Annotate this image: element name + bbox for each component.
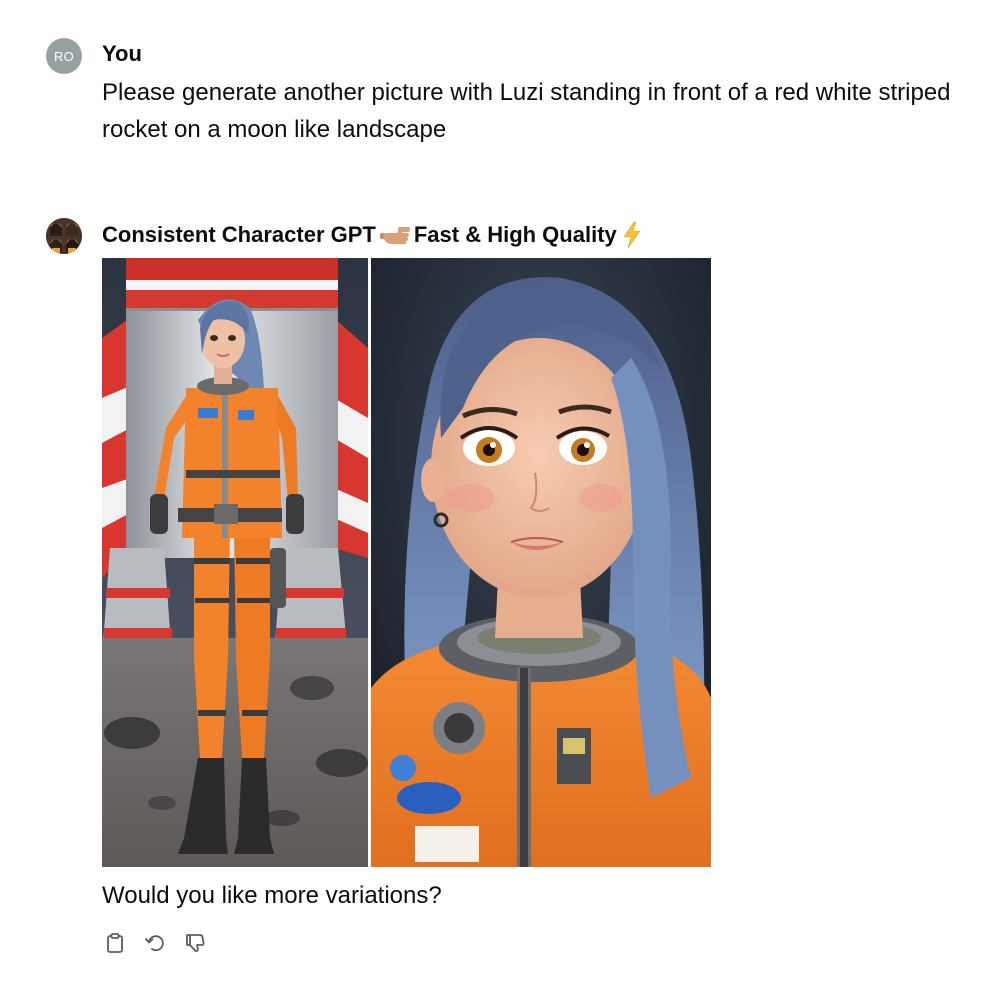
- copy-button[interactable]: [102, 930, 128, 956]
- assistant-author-suffix: Fast & High Quality: [413, 222, 617, 247]
- user-avatar-initials: RO: [53, 48, 75, 64]
- thumbs-down-icon: [186, 934, 205, 952]
- clipboard-icon: [107, 933, 123, 953]
- portrait-image[interactable]: [371, 258, 711, 867]
- assistant-author-title: Consistent Character GPT: [102, 222, 376, 247]
- user-author-name: You: [102, 41, 142, 66]
- user-avatar: RO: [46, 38, 82, 74]
- refresh-icon: [145, 935, 164, 952]
- assistant-reply-text: Would you like more variations?: [102, 882, 442, 909]
- astronaut-portrait-illustration: [371, 258, 711, 867]
- lightning-icon: [621, 221, 643, 249]
- generated-images: [102, 258, 711, 867]
- assistant-author-name: Consistent Character GPT Fast & High Qua…: [102, 221, 643, 249]
- thumbs-down-button[interactable]: [182, 930, 208, 956]
- user-message-text: Please generate another picture with Luz…: [102, 79, 951, 143]
- regenerate-button[interactable]: [142, 930, 168, 956]
- message-actions: [102, 930, 208, 956]
- full-body-image[interactable]: [102, 258, 368, 867]
- gpt-character-avatar-icon: [46, 218, 82, 254]
- astronaut-full-body-illustration: [102, 258, 368, 867]
- pointing-hand-icon: [379, 224, 410, 246]
